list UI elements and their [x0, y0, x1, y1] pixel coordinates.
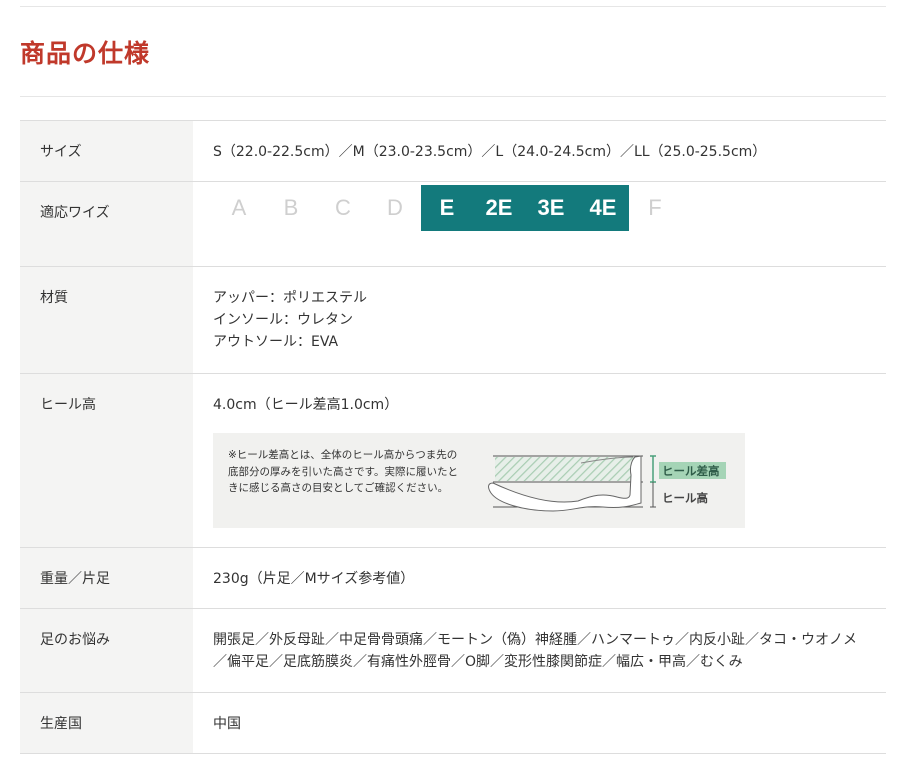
spec-value-width: A B C D E 2E 3E 4E F	[193, 182, 886, 267]
spec-label-heel: ヒール高	[20, 373, 193, 548]
spec-label-weight: 重量／片足	[20, 547, 193, 609]
width-option-c: C	[335, 195, 351, 220]
top-divider	[20, 6, 886, 7]
width-option-e: E	[421, 185, 473, 231]
material-line-upper: アッパー：ポリエステル	[213, 290, 367, 306]
diagram-label-heel-diff: ヒール差高	[662, 464, 720, 478]
width-indicator: A B C D E 2E 3E 4E F	[213, 185, 886, 231]
spec-table: サイズ S（22.0-22.5cm）／M（23.0-23.5cm）／L（24.0…	[20, 120, 886, 754]
width-option-2e: 2E	[473, 185, 525, 231]
material-line-outsole: アウトソール：EVA	[213, 334, 339, 350]
material-line-insole: インソール：ウレタン	[213, 312, 353, 328]
spec-value-weight: 230g（片足／Mサイズ参考値）	[213, 571, 415, 587]
spec-row-width: 適応ワイズ A B C D E 2E 3E 4E F	[20, 181, 886, 267]
section-title: 商品の仕様	[20, 39, 151, 68]
spec-label-material: 材質	[20, 266, 193, 374]
width-option-f: F	[648, 195, 662, 220]
heel-explanation-box: ※ヒール差高とは、全体のヒール高からつま先の底部分の厚みを引いた高さです。実際に…	[213, 433, 745, 528]
spec-row-material: 材質 アッパー：ポリエステル インソール：ウレタン アウトソール：EVA	[20, 266, 886, 374]
spec-value-origin: 中国	[213, 716, 241, 732]
spec-row-heel: ヒール高 4.0cm（ヒール差高1.0cm） ※ヒール差高とは、全体のヒール高か…	[20, 373, 886, 548]
spec-label-origin: 生産国	[20, 692, 193, 754]
spec-value-heel: 4.0cm（ヒール差高1.0cm） ※ヒール差高とは、全体のヒール高からつま先の…	[193, 374, 886, 548]
width-option-b: B	[283, 195, 299, 220]
diagram-label-heel-height: ヒール高	[662, 491, 708, 505]
spec-row-origin: 生産国 中国	[20, 692, 886, 754]
width-option-3e: 3E	[525, 185, 577, 231]
spec-row-size: サイズ S（22.0-22.5cm）／M（23.0-23.5cm）／L（24.0…	[20, 120, 886, 182]
spec-label-size: サイズ	[20, 120, 193, 182]
width-option-a: A	[231, 195, 247, 220]
spec-value-material: アッパー：ポリエステル インソール：ウレタン アウトソール：EVA	[193, 267, 886, 374]
spec-label-width: 適応ワイズ	[20, 181, 193, 267]
width-option-d: D	[387, 195, 403, 220]
spec-row-weight: 重量／片足 230g（片足／Mサイズ参考値）	[20, 547, 886, 609]
spec-row-concerns: 足のお悩み 開張足／外反母趾／中足骨骨頭痛／モートン（偽）神経腫／ハンマートゥ／…	[20, 608, 886, 693]
spec-label-concerns: 足のお悩み	[20, 608, 193, 693]
spec-value-concerns: 開張足／外反母趾／中足骨骨頭痛／モートン（偽）神経腫／ハンマートゥ／内反小趾／タ…	[213, 632, 857, 670]
heel-note: ※ヒール差高とは、全体のヒール高からつま先の底部分の厚みを引いた高さです。実際に…	[228, 449, 458, 494]
heel-diagram: ヒール差高 ヒール高	[488, 455, 726, 512]
heel-value: 4.0cm（ヒール差高1.0cm）	[213, 397, 399, 413]
spec-value-size: S（22.0-22.5cm）／M（23.0-23.5cm）／L（24.0-24.…	[213, 144, 767, 160]
title-divider	[20, 96, 886, 97]
width-option-4e: 4E	[577, 185, 629, 231]
